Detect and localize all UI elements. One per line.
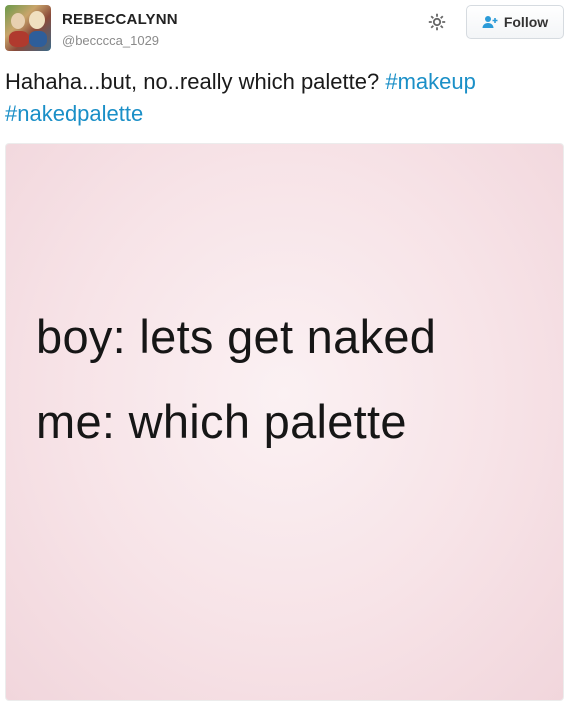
follow-button[interactable]: Follow [466,5,564,39]
follow-label: Follow [503,14,549,30]
avatar[interactable] [5,5,51,51]
hashtag-makeup[interactable]: #makeup [385,69,476,94]
display-name[interactable]: REBECCALYNN [62,11,178,28]
gear-icon[interactable] [427,12,447,32]
tweet-body-text: Hahaha...but, no..really which palette? [5,69,386,94]
tweet-text: Hahaha...but, no..really which palette? … [5,66,565,130]
user-handle[interactable]: @becccca_1029 [62,33,159,48]
hashtag-nakedpalette[interactable]: #nakedpalette [5,101,143,126]
meme-text-line-1: boy: lets get naked [36,310,437,363]
add-person-icon [482,15,498,29]
meme-text-line-2: me: which palette [36,395,407,448]
tweet-media-image[interactable]: boy: lets get naked me: which palette [5,143,564,701]
tweet-card: REBECCALYNN @becccca_1029 Follow Hahaha.… [0,0,573,708]
